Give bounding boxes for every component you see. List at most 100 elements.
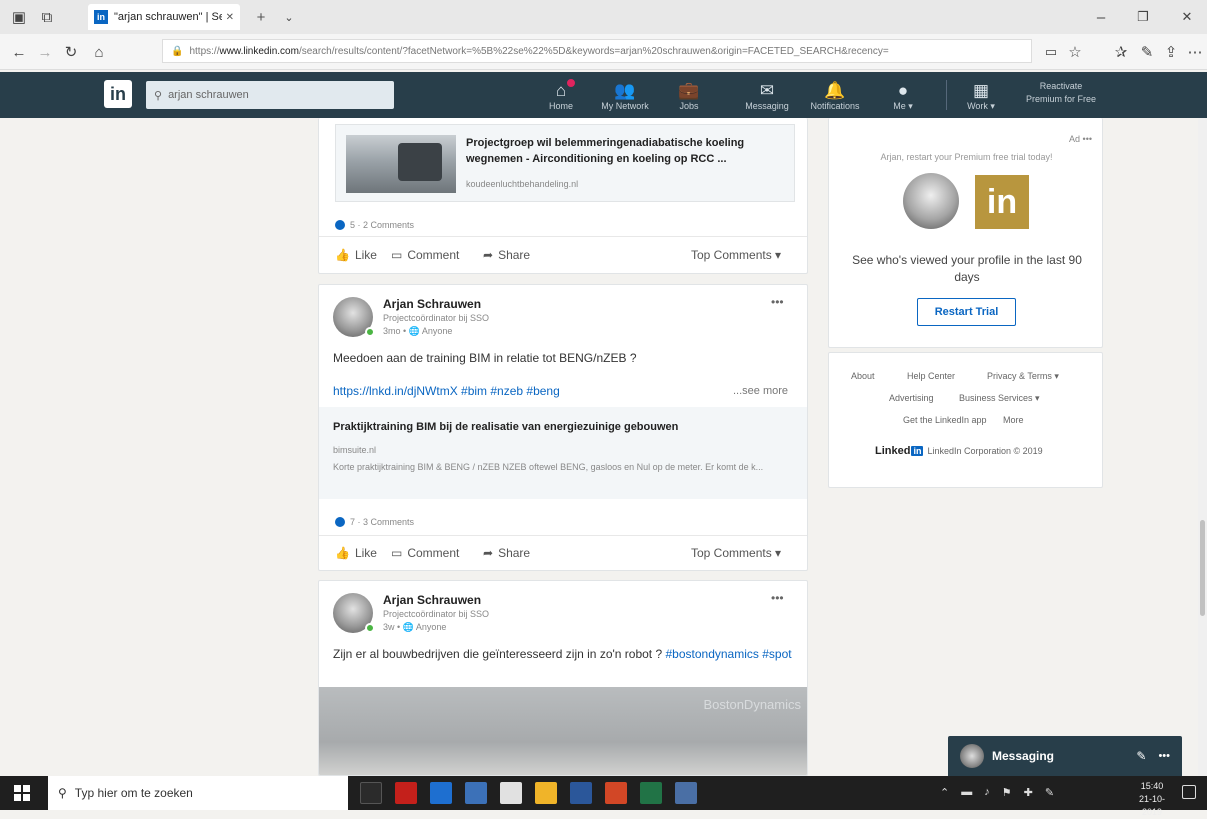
post-links[interactable]: https://lnkd.in/djNWtmX #bim #nzeb #beng <box>333 384 560 398</box>
windows-start-icon[interactable] <box>14 785 30 801</box>
footer-card: About Help Center Privacy & Terms ▾ Adve… <box>828 352 1103 488</box>
app-icon[interactable] <box>675 782 697 804</box>
nav-my-network[interactable]: 👥 My Network <box>594 76 656 116</box>
footer-advertising[interactable]: Advertising <box>889 393 934 403</box>
restart-trial-button[interactable]: Restart Trial <box>917 298 1016 326</box>
footer-help-center[interactable]: Help Center <box>907 371 955 381</box>
more-options-icon[interactable]: ••• <box>771 295 784 309</box>
hashtag-link[interactable]: #bostondynamics <box>666 647 759 661</box>
messaging-overlay[interactable]: Messaging ✎ ••• <box>948 736 1182 776</box>
shared-article-1[interactable]: Projectgroep wil belemmeringenadiabatisc… <box>335 124 795 202</box>
tab-actions-icon[interactable]: ▣ <box>8 6 30 28</box>
footer-privacy-terms[interactable]: Privacy & Terms ▾ <box>987 371 1059 382</box>
nav-messaging[interactable]: ✉ Messaging <box>736 76 798 116</box>
tabs-aside-icon[interactable]: ⧉ <box>36 6 58 28</box>
footer-get-app[interactable]: Get the LinkedIn app <box>903 415 987 425</box>
file-explorer-icon[interactable] <box>535 782 557 804</box>
footer-business-services[interactable]: Business Services ▾ <box>959 393 1040 404</box>
like-button[interactable]: 👍 Like <box>335 248 377 262</box>
ad-text: See who's viewed your profile in the las… <box>852 253 1082 284</box>
tray-app-icon[interactable]: ⚑ <box>1002 786 1012 799</box>
scrollbar[interactable] <box>1198 118 1207 776</box>
maximize-window-icon[interactable]: ❐ <box>1132 6 1154 28</box>
new-tab-button[interactable]: + <box>250 6 272 28</box>
nav-work[interactable]: ▦ Work ▾ <box>950 76 1012 116</box>
browser-address-row: ← → ↻ ⌂ 🔒 https://www.linkedin.com/searc… <box>0 34 1207 70</box>
nav-me[interactable]: ● Me ▾ <box>872 76 934 116</box>
refresh-icon[interactable]: ↻ <box>60 41 82 63</box>
tray-app-icon[interactable]: ✚ <box>1024 786 1033 799</box>
notes-pen-icon[interactable]: ✎ <box>1136 41 1158 63</box>
home-nav-icon: ⌂ <box>555 81 567 100</box>
task-view-icon[interactable] <box>360 782 382 804</box>
nav-home[interactable]: ⌂ Home <box>530 76 592 116</box>
reactions-row[interactable]: 7 · 3 Comments <box>335 517 414 527</box>
chevron-up-icon[interactable]: ⌃ <box>940 786 949 799</box>
home-icon[interactable]: ⌂ <box>88 41 110 63</box>
top-comments-sort[interactable]: Top Comments ▾ <box>691 248 781 262</box>
acrobat-app-icon[interactable] <box>395 782 417 804</box>
url-prefix: https:// <box>189 45 220 57</box>
hashtag-link[interactable]: #spot <box>762 647 791 661</box>
cooling-unit-image <box>398 143 442 181</box>
store-app-icon[interactable] <box>500 782 522 804</box>
url-path: /search/results/content/?facetNetwork=%5… <box>298 45 889 57</box>
word-app-icon[interactable] <box>570 782 592 804</box>
shared-article-2[interactable]: Praktijktraining BIM bij de realisatie v… <box>319 407 807 499</box>
share-page-icon[interactable]: ⇪ <box>1160 41 1182 63</box>
favorite-star-icon[interactable]: ☆ <box>1064 41 1086 63</box>
windows-taskbar: ⚲ Typ hier om te zoeken ⌃ ▬ ♪ ⚑ ✚ ✎ 15:4… <box>0 776 1207 817</box>
app-icon[interactable] <box>465 782 487 804</box>
clock[interactable]: 15:40 21-10-2019 <box>1130 780 1174 819</box>
scrollbar-thumb[interactable] <box>1200 520 1205 616</box>
network-icon[interactable]: ▬ <box>961 786 972 799</box>
footer-more[interactable]: More <box>1003 415 1024 425</box>
messaging-more-icon[interactable]: ••• <box>1158 750 1170 762</box>
ad-label[interactable]: Ad ••• <box>1069 134 1092 144</box>
url-bar[interactable]: 🔒 https://www.linkedin.com/search/result… <box>162 39 1032 63</box>
like-button[interactable]: 👍 Like <box>335 546 377 560</box>
nav-notifications[interactable]: 🔔 Notifications <box>804 76 866 116</box>
more-options-icon[interactable]: ••• <box>771 591 784 605</box>
video-media[interactable]: BostonDynamics <box>319 687 807 775</box>
premium-link[interactable]: Reactivate Premium for Free <box>1016 80 1106 106</box>
share-label: Share <box>498 546 531 560</box>
comment-button[interactable]: ▭ Comment <box>391 248 459 262</box>
top-comments-sort[interactable]: Top Comments ▾ <box>691 546 781 560</box>
taskbar-search-input[interactable]: ⚲ Typ hier om te zoeken <box>48 776 348 810</box>
comment-button[interactable]: ▭ Comment <box>391 546 459 560</box>
premium-ad-card: Ad ••• Arjan, restart your Premium free … <box>828 118 1103 348</box>
excel-app-icon[interactable] <box>640 782 662 804</box>
reading-view-icon[interactable]: ▭ <box>1040 41 1062 63</box>
author-name[interactable]: Arjan Schrauwen <box>383 593 481 607</box>
back-icon[interactable]: ← <box>8 41 30 63</box>
powerpoint-app-icon[interactable] <box>605 782 627 804</box>
like-label: Like <box>354 546 377 560</box>
share-button[interactable]: ➦ Share <box>483 546 530 560</box>
browser-tab-active[interactable]: in "arjan schrauwen" | Sea ✕ <box>88 4 240 30</box>
nav-label: My Network <box>601 101 649 111</box>
forward-icon[interactable]: → <box>34 41 56 63</box>
see-more-link[interactable]: ...see more <box>733 385 788 397</box>
volume-icon[interactable]: ♪ <box>984 786 990 799</box>
minimize-window-icon[interactable]: – <box>1090 6 1112 28</box>
author-name[interactable]: Arjan Schrauwen <box>383 297 481 311</box>
reactions-count: 5 · 2 Comments <box>350 220 415 230</box>
pen-icon[interactable]: ✎ <box>1045 786 1054 799</box>
tab-close-icon[interactable]: ✕ <box>226 12 234 23</box>
more-menu-icon[interactable]: ⋯ <box>1184 41 1206 63</box>
premium-line2: Premium for Free <box>1025 94 1096 104</box>
action-center-icon[interactable] <box>1182 785 1196 799</box>
like-label: Like <box>354 248 377 262</box>
nav-jobs[interactable]: 💼 Jobs <box>658 76 720 116</box>
close-window-icon[interactable]: ✕ <box>1176 6 1198 28</box>
reactions-row[interactable]: 5 · 2 Comments <box>335 220 414 230</box>
share-button[interactable]: ➦ Share <box>483 248 530 262</box>
favorites-icon[interactable]: ✰ <box>1110 41 1132 63</box>
search-input[interactable]: ⚲ arjan schrauwen <box>146 81 394 109</box>
footer-about[interactable]: About <box>851 371 875 381</box>
edge-browser-icon[interactable] <box>430 782 452 804</box>
compose-message-icon[interactable]: ✎ <box>1136 749 1146 763</box>
tab-list-chevron-icon[interactable]: ⌄ <box>278 6 300 28</box>
linkedin-logo[interactable]: in <box>104 80 132 108</box>
